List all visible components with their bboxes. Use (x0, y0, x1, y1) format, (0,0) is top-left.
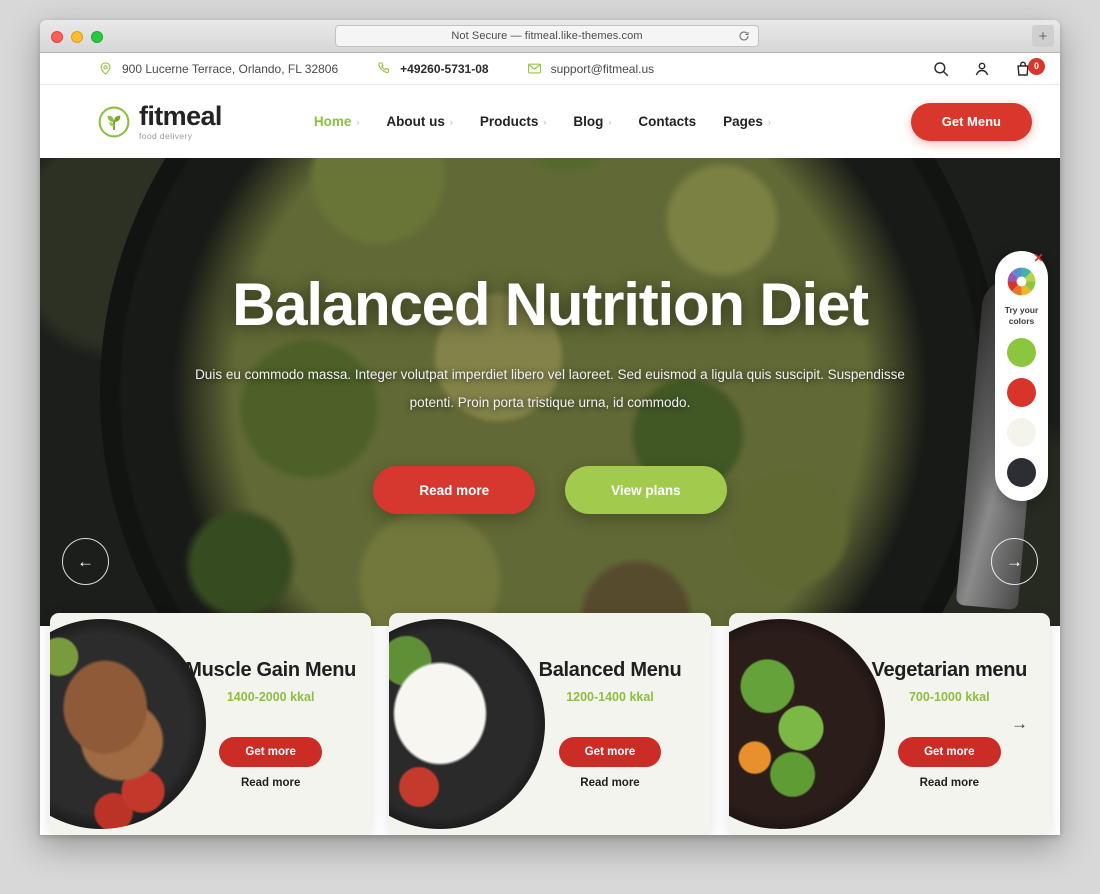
menu-card-calories: 1400-2000 kkal (226, 690, 315, 704)
menu-card-calories: 700-1000 kkal (908, 690, 990, 704)
cart-count-badge: 0 (1028, 57, 1045, 75)
menu-card-title: Muscle Gain Menu (185, 659, 357, 681)
map-pin-icon (100, 62, 111, 75)
hero-description: Duis eu commodo massa. Integer volutpat … (195, 366, 905, 410)
site-topbar: 900 Lucerne Terrace, Orlando, FL 32806 +… (40, 53, 1060, 85)
menu-card-title: Balanced Menu (538, 659, 682, 681)
menu-card-calories: 1200-1400 kkal (566, 690, 654, 704)
envelope-icon (527, 63, 541, 74)
color-wheel-icon[interactable] (1005, 265, 1038, 298)
phone-text: +49260-5731-08 (400, 61, 489, 76)
slider-next-button[interactable]: → (991, 538, 1038, 585)
main-menu: Home › About us › Products › Blog › Cont… (314, 114, 771, 129)
traffic-light-buttons[interactable] (51, 31, 103, 43)
site-logo[interactable]: fitmeal food delivery (98, 100, 222, 141)
menu-item-products[interactable]: Products › (480, 114, 547, 129)
phone-group[interactable]: +49260-5731-08 (376, 61, 489, 76)
hero-view-plans-button[interactable]: View plans (565, 466, 727, 515)
hero-read-more-button[interactable]: Read more (373, 466, 536, 515)
menu-card-get-more-button[interactable]: Get more (898, 737, 1001, 767)
menu-item-pages-label: Pages (723, 114, 763, 129)
topbar-actions: 0 (932, 57, 1045, 78)
logo-text-block: fitmeal food delivery (139, 100, 222, 141)
color-swatch-red[interactable] (1007, 378, 1036, 408)
page-viewport: 900 Lucerne Terrace, Orlando, FL 32806 +… (40, 53, 1060, 835)
browser-titlebar: Not Secure — fitmeal.like-themes.com + (40, 20, 1060, 53)
menu-item-blog[interactable]: Blog › (573, 114, 611, 129)
address-text: 900 Lucerne Terrace, Orlando, FL 32806 (122, 61, 339, 76)
close-window-button[interactable] (51, 31, 63, 43)
color-swatch-cream[interactable] (1007, 418, 1036, 448)
color-swatch-green[interactable] (1007, 338, 1036, 368)
menu-item-contacts[interactable]: Contacts (638, 114, 696, 129)
zoom-window-button[interactable] (91, 31, 103, 43)
chevron-right-icon: › (767, 116, 771, 127)
chevron-right-icon: › (449, 116, 453, 127)
browser-window: Not Secure — fitmeal.like-themes.com + 9… (40, 20, 1060, 835)
logo-tagline: food delivery (139, 130, 193, 141)
menu-item-home-label: Home (313, 114, 352, 129)
user-icon[interactable] (973, 60, 991, 78)
menu-card-title: Vegetarian menu (871, 659, 1028, 681)
color-widget-label: Try your colors (1004, 305, 1039, 327)
address-group: 900 Lucerne Terrace, Orlando, FL 32806 (98, 61, 338, 76)
menu-item-contacts-label: Contacts (638, 114, 697, 129)
menu-card-get-more-button[interactable]: Get more (558, 737, 662, 767)
hero-content: Balanced Nutrition Diet Duis eu commodo … (40, 158, 1060, 626)
slider-prev-button[interactable]: ← (62, 538, 109, 585)
menu-item-blog-label: Blog (573, 114, 604, 129)
cards-next-arrow-icon[interactable]: → (1011, 714, 1028, 734)
phone-icon (378, 62, 390, 74)
chevron-right-icon: › (608, 116, 612, 127)
new-tab-button[interactable]: + (1032, 25, 1054, 47)
address-bar[interactable]: Not Secure — fitmeal.like-themes.com (335, 25, 759, 47)
get-menu-button[interactable]: Get Menu (910, 102, 1032, 141)
email-group[interactable]: support@fitmeal.us (527, 61, 655, 76)
menu-item-about-us[interactable]: About us › (386, 114, 453, 129)
hero-buttons: Read more View plans (373, 466, 727, 515)
color-swatch-dark[interactable] (1007, 458, 1036, 488)
logo-name: fitmeal (139, 100, 222, 131)
address-bar-text: Not Secure — fitmeal.like-themes.com (451, 30, 643, 42)
cart-button[interactable]: 0 (1014, 57, 1045, 78)
minimize-window-button[interactable] (71, 31, 83, 43)
menu-card[interactable]: Muscle Gain Menu 1400-2000 kkal Get more… (50, 613, 372, 835)
menu-item-products-label: Products (479, 114, 539, 129)
close-icon[interactable]: ✕ (1032, 252, 1045, 266)
search-icon[interactable] (932, 60, 950, 78)
menu-item-about-us-label: About us (386, 114, 445, 129)
menu-card-read-more-link[interactable]: Read more (872, 777, 1028, 789)
menu-item-pages[interactable]: Pages › (723, 114, 771, 129)
color-switcher-widget: ✕ Try your colors (995, 251, 1048, 502)
menu-card-body: Balanced Menu 1200-1400 kkal Get more Re… (419, 659, 682, 789)
menu-card[interactable]: Balanced Menu 1200-1400 kkal Get more Re… (389, 613, 711, 835)
email-text: support@fitmeal.us (550, 61, 655, 76)
menu-card-read-more-link[interactable]: Read more (539, 777, 682, 789)
menu-item-home[interactable]: Home › (314, 114, 360, 129)
menu-cards-row: Muscle Gain Menu 1400-2000 kkal Get more… (40, 613, 1060, 835)
menu-card-body: Vegetarian menu 700-1000 kkal Get more R… (752, 659, 1028, 789)
menu-card[interactable]: Vegetarian menu 700-1000 kkal Get more R… (728, 613, 1050, 835)
chevron-right-icon: › (543, 116, 547, 127)
menu-card-body: Muscle Gain Menu 1400-2000 kkal Get more… (65, 659, 356, 789)
hero-title: Balanced Nutrition Diet (232, 270, 869, 338)
menu-card-read-more-link[interactable]: Read more (185, 777, 356, 789)
reload-icon[interactable] (738, 30, 750, 42)
menu-card-get-more-button[interactable]: Get more (219, 737, 322, 767)
leaf-circle-logo-icon (98, 106, 130, 137)
hero-slider: Balanced Nutrition Diet Duis eu commodo … (40, 158, 1060, 626)
chevron-right-icon: › (356, 116, 360, 127)
site-navbar: fitmeal food delivery Home › About us › … (40, 85, 1060, 158)
